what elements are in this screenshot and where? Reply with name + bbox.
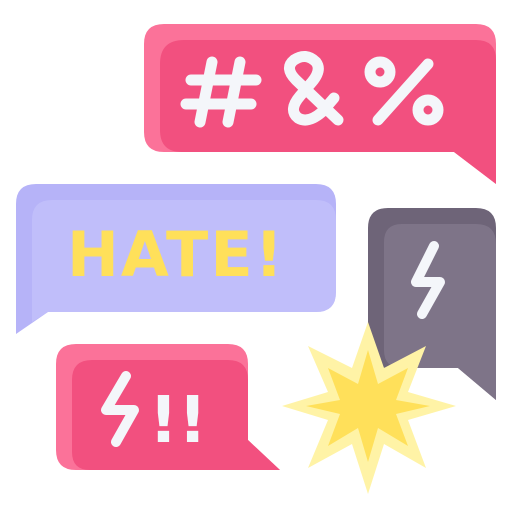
bottom-speech-bubble: !! xyxy=(56,344,280,470)
hate-text: HATE! xyxy=(67,218,285,291)
middle-speech-bubble: HATE! xyxy=(16,184,336,334)
top-speech-bubble xyxy=(144,24,496,184)
exclamation-marks: !! xyxy=(149,384,207,458)
hate-speech-icon: HATE! !! xyxy=(16,24,496,494)
